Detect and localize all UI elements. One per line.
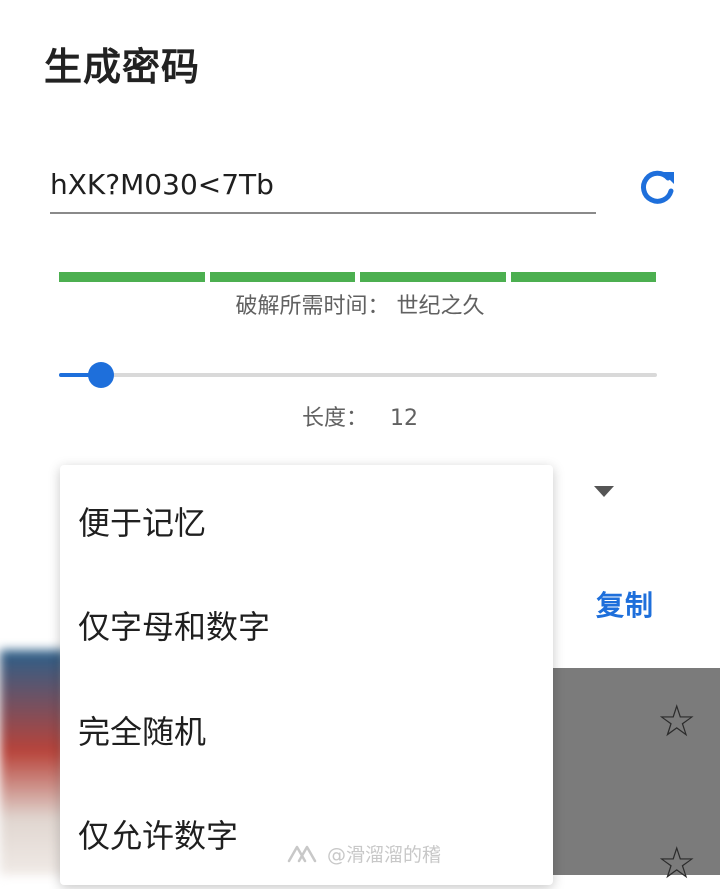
- refresh-icon[interactable]: [634, 164, 680, 210]
- length-readout: 长度： 12: [0, 400, 720, 432]
- strength-segment: [360, 272, 506, 282]
- strength-meter: [59, 272, 656, 282]
- dropdown-arrow-icon[interactable]: [594, 486, 614, 497]
- slider-thumb[interactable]: [87, 362, 114, 388]
- copy-button[interactable]: 复制: [596, 584, 654, 624]
- slider-track[interactable]: [59, 373, 657, 377]
- length-label: 长度：: [301, 406, 368, 431]
- background-thumbnail: [0, 650, 66, 875]
- menu-item-digits-only[interactable]: 仅允许数字: [78, 811, 238, 857]
- menu-item-random[interactable]: 完全随机: [78, 707, 206, 753]
- watermark: @滑溜溜的稽: [285, 840, 441, 867]
- password-value[interactable]: hXK?M030<7Tb: [50, 168, 274, 201]
- star-outline-icon[interactable]: ☆: [657, 838, 696, 889]
- password-field[interactable]: hXK?M030<7Tb: [50, 162, 596, 214]
- length-value: 12: [390, 406, 418, 431]
- menu-item-alphanumeric[interactable]: 仅字母和数字: [78, 602, 270, 648]
- watermark-text: @滑溜溜的稽: [327, 844, 442, 866]
- weibo-logo-icon: [287, 845, 317, 862]
- page-title: 生成密码: [44, 45, 201, 89]
- strength-segment: [510, 272, 656, 282]
- crack-time-label: 破解所需时间： 世纪之久: [235, 294, 485, 319]
- strength-segment: [209, 272, 355, 282]
- strength-segment: [59, 272, 205, 282]
- background-list-panel: ☆ ☆: [553, 668, 720, 889]
- menu-item-memorable[interactable]: 便于记忆: [78, 498, 206, 544]
- length-slider[interactable]: [59, 360, 657, 390]
- mode-dropdown-menu: 便于记忆 仅字母和数字 完全随机 仅允许数字: [60, 465, 553, 885]
- star-outline-icon[interactable]: ☆: [657, 696, 696, 747]
